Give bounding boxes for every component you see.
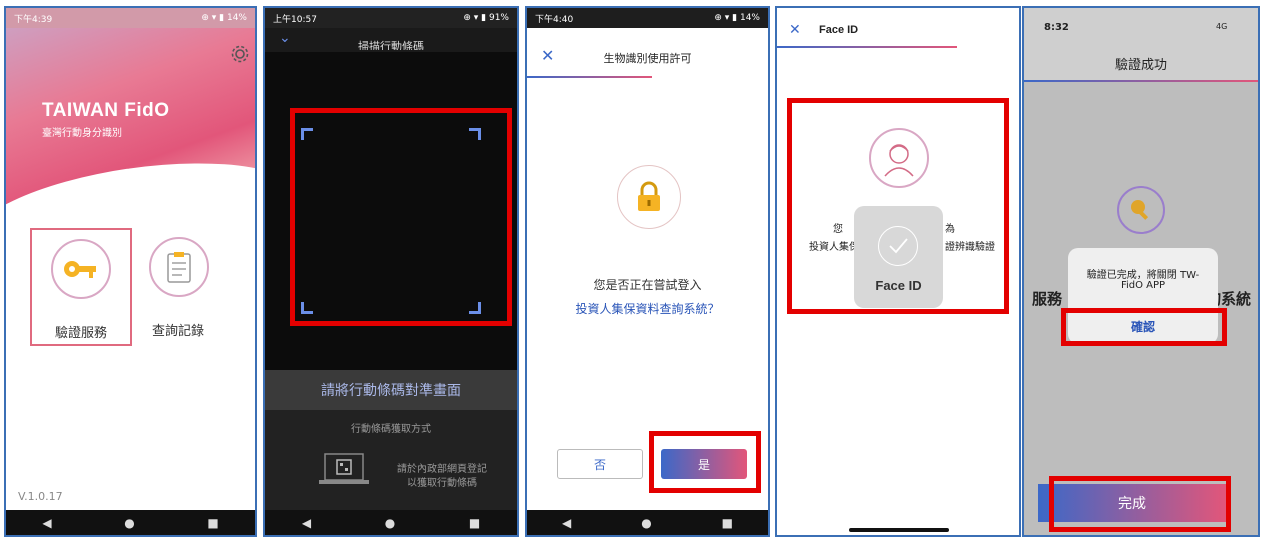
success-header-title: 驗證成功 (1114, 58, 1167, 73)
status-bar: 下午4:39 ⊕ ▾ ▮ 14% (6, 8, 255, 28)
close-icon[interactable]: ✕ (789, 22, 801, 38)
status-indicators: 4G (1216, 22, 1228, 31)
brand-title: TAIWAN FidO (42, 100, 170, 121)
face-id-header-title: Face ID (819, 24, 859, 36)
back-icon[interactable]: ◀ (302, 516, 311, 530)
alert-message-line2: FidO APP (1120, 280, 1166, 291)
bg-text-left: 服務 (1032, 290, 1063, 308)
verify-service-button[interactable]: 驗證服務 (30, 228, 132, 346)
highlight-yes-button (649, 431, 761, 493)
no-button[interactable]: 否 (557, 449, 643, 479)
laptop-qr-icon (317, 452, 371, 488)
system-name-link: 投資人集保資料查詢系統？ (575, 302, 720, 316)
home-icon[interactable]: ● (124, 516, 134, 530)
status-time: 下午4:40 (535, 14, 574, 25)
method-desc-1: 請於內政部網頁登記 (397, 464, 487, 475)
scan-prompt-bar: 請將行動條碼對準畫面 (265, 370, 517, 410)
scan-prompt-text: 請將行動條碼對準畫面 (321, 383, 461, 399)
status-indicators: ⊕ ▾ ▮ 14% (714, 13, 760, 23)
back-icon[interactable]: ◀ (42, 516, 51, 530)
alert-message-line1: 驗證已完成，將關閉 TW- (1086, 270, 1200, 281)
permission-header-title: 生物識別使用許可 (603, 52, 692, 65)
home-icon[interactable]: ● (385, 516, 395, 530)
highlight-scan-frame (290, 108, 512, 326)
home-icon[interactable]: ● (641, 516, 651, 530)
header-progress-line (777, 46, 957, 48)
clipboard-icon (149, 237, 209, 297)
key-icon (51, 239, 111, 299)
status-time: 下午4:39 (14, 14, 53, 25)
status-indicators: ⊕ ▾ ▮ 14% (201, 13, 247, 23)
status-time: 上午10:57 (273, 14, 317, 25)
no-button-label: 否 (593, 457, 606, 472)
method-section: 行動條碼獲取方式 請於內政部網頁登記 以獲取行動條碼 (265, 410, 517, 514)
highlight-face-id (787, 98, 1009, 314)
header-progress-line (1024, 80, 1258, 82)
highlight-confirm-button (1061, 308, 1227, 346)
key-success-icon (1117, 186, 1165, 234)
home-indicator (849, 528, 949, 532)
back-icon[interactable]: ◀ (562, 516, 571, 530)
query-records-button[interactable]: 查詢記錄 (142, 228, 244, 346)
recents-icon[interactable]: ■ (207, 516, 218, 530)
method-title: 行動條碼獲取方式 (351, 424, 431, 435)
login-question: 您是否正在嘗試登入 (593, 278, 702, 292)
status-bar: 上午10:57 ⊕ ▾ ▮ 91% (265, 8, 517, 28)
settings-gear-icon[interactable] (230, 44, 250, 64)
status-indicators: ⊕ ▾ ▮ 91% (463, 13, 509, 23)
screen-taiwan-fido-home: 下午4:39 ⊕ ▾ ▮ 14% TAIWAN FidO 臺灣行動身分識別 驗證… (4, 6, 257, 537)
screen-verification-success: 8:32 4G 驗證成功 服務 詢系統 驗證已完成，將關閉 TW- FidO A… (1022, 6, 1260, 537)
method-desc-2: 以獲取行動條碼 (407, 478, 477, 489)
version-label: V.1.0.17 (18, 490, 63, 503)
scanner-header-title: 掃描行動條碼 (358, 40, 424, 50)
lock-icon (617, 165, 681, 229)
verify-service-label: 驗證服務 (54, 326, 107, 341)
recents-icon[interactable]: ■ (469, 516, 480, 530)
header-progress-line (527, 76, 652, 78)
android-nav-bar: ◀ ● ■ (6, 510, 255, 535)
highlight-done-button (1049, 476, 1231, 532)
recents-icon[interactable]: ■ (722, 516, 733, 530)
query-records-label: 查詢記錄 (152, 324, 205, 339)
android-nav-bar: ◀ ● ■ (527, 510, 768, 535)
status-bar: 下午4:40 ⊕ ▾ ▮ 14% (527, 8, 768, 28)
brand-subtitle: 臺灣行動身分識別 (42, 128, 122, 139)
android-nav-bar: ◀ ● ■ (265, 510, 517, 535)
status-time: 8:32 (1044, 22, 1069, 33)
